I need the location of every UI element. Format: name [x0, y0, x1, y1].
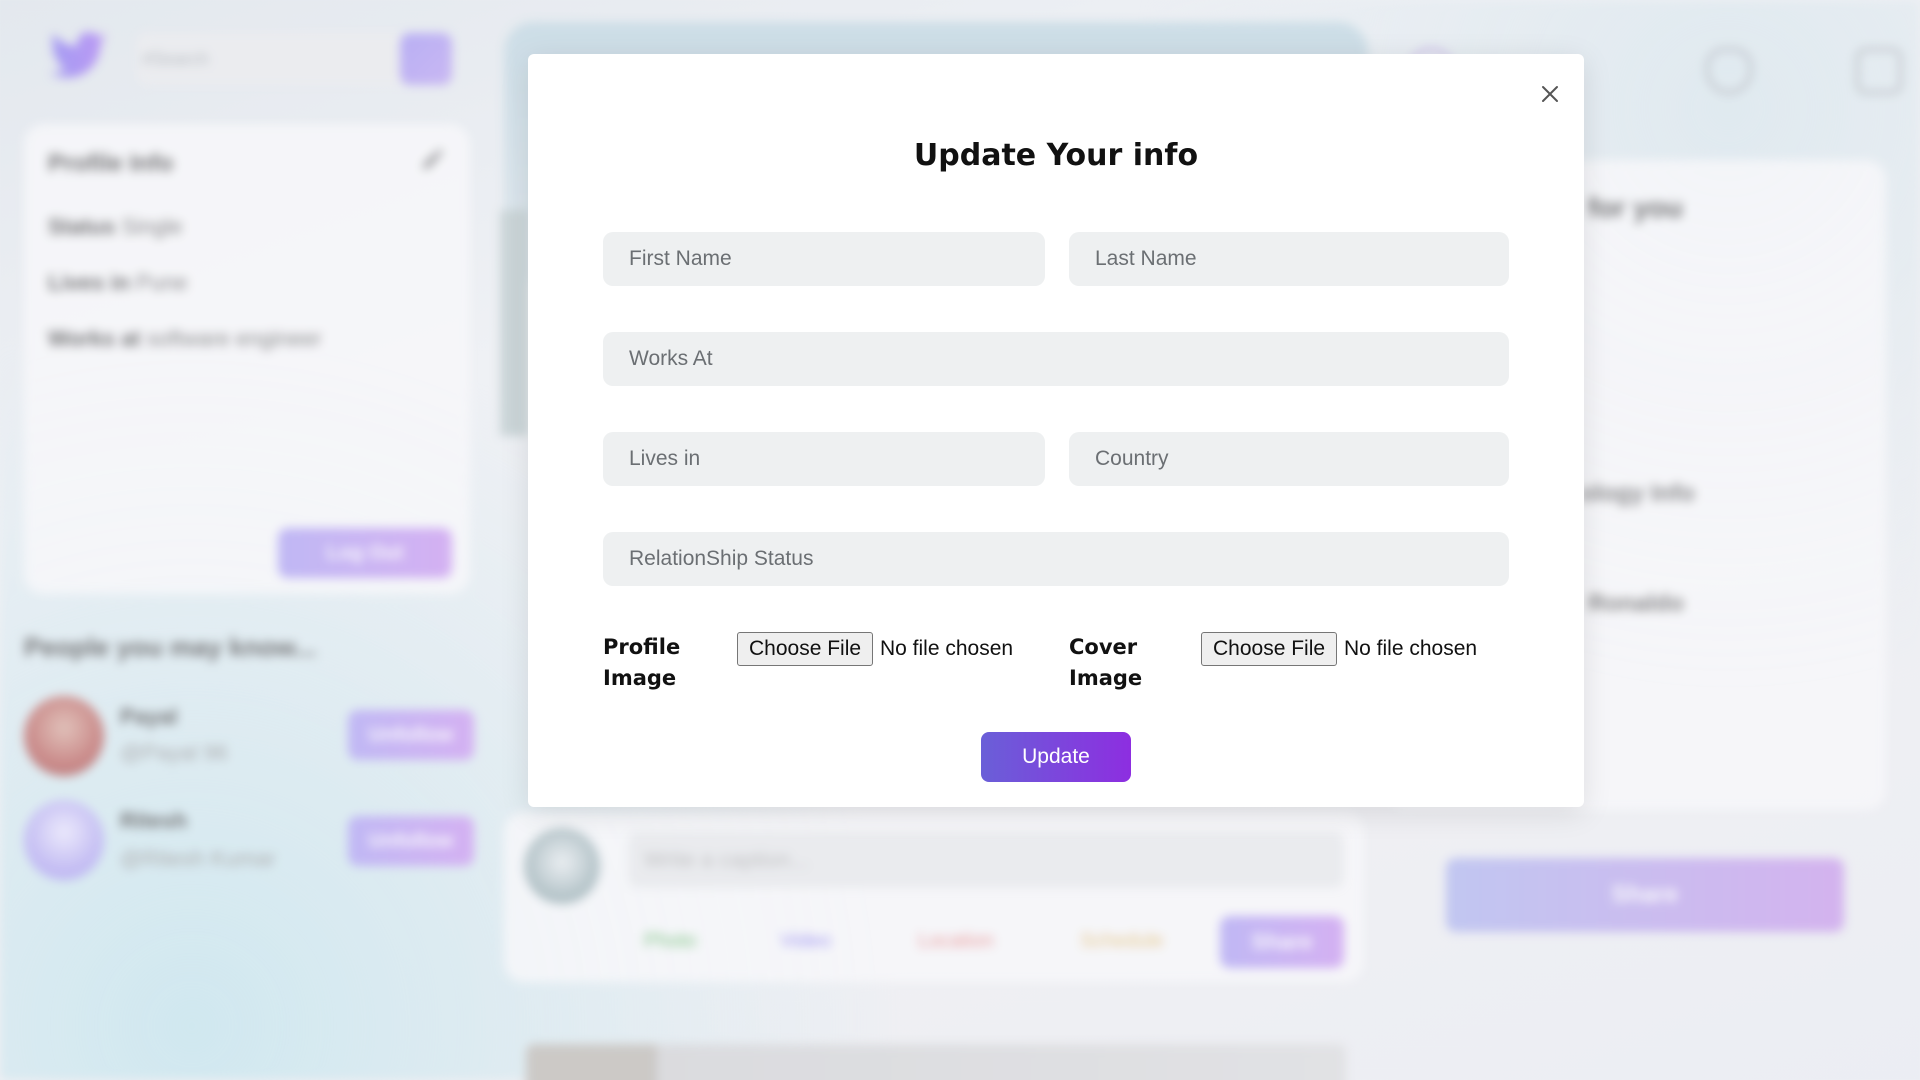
modal-title: Update Your info [913, 138, 1199, 173]
profile-image-label-line1: Profile [603, 635, 681, 659]
cover-image-label-line1: Cover [1069, 635, 1138, 659]
relationship-status-field[interactable] [603, 532, 1509, 586]
works-at-field[interactable] [603, 332, 1509, 386]
cover-image-file-status: No file chosen [1344, 637, 1478, 660]
lives-in-field[interactable] [603, 432, 1045, 486]
country-field[interactable] [1069, 432, 1509, 486]
update-button[interactable]: Update [981, 732, 1131, 782]
cover-image-label-line2: Image [1069, 666, 1143, 690]
first-name-field[interactable] [603, 232, 1045, 286]
close-icon [1542, 86, 1558, 102]
close-button[interactable] [1536, 80, 1564, 108]
update-info-modal: Update Your info Profile Image Choose Fi… [528, 54, 1584, 807]
profile-image-choose-file-button[interactable]: Choose File [737, 632, 874, 666]
profile-image-label: Profile Image [603, 632, 680, 694]
cover-image-choose-file-button[interactable]: Choose File [1201, 632, 1338, 666]
profile-image-file-status: No file chosen [880, 637, 1014, 660]
last-name-field[interactable] [1069, 232, 1509, 286]
cover-image-label: Cover Image [1069, 632, 1142, 694]
profile-image-label-line2: Image [603, 666, 677, 690]
